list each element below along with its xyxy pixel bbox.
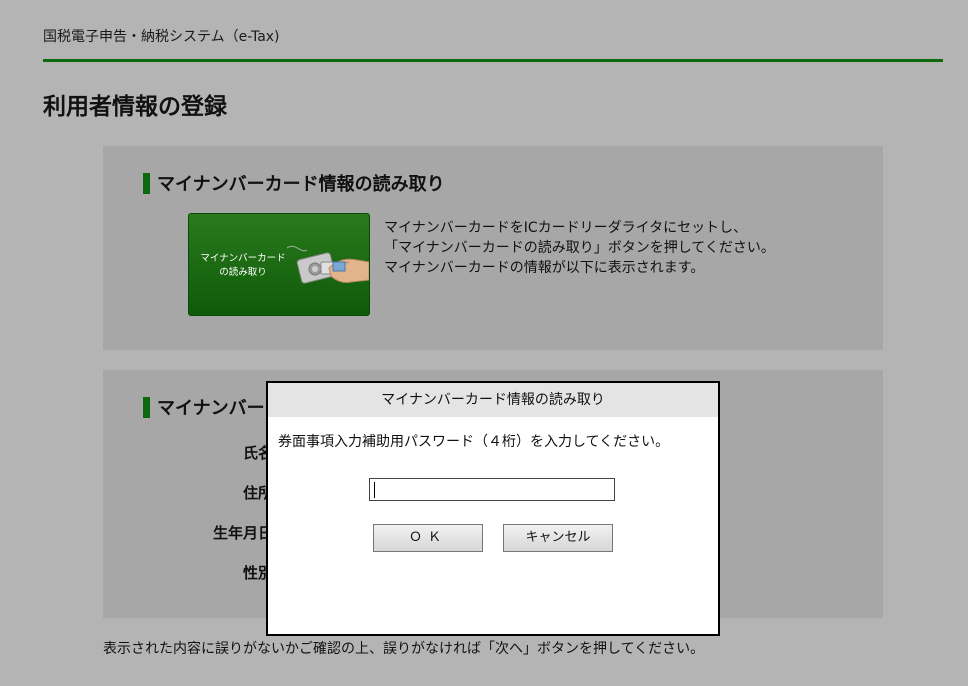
field-label-birthdate: 生年月日 (213, 524, 274, 542)
cancel-button[interactable]: キャンセル (503, 524, 613, 552)
field-label-address: 住所 (242, 484, 273, 502)
dialog-message: 券面事項入力補助用パスワード（４桁）を入力してください。 (278, 434, 670, 450)
header-rule (43, 59, 943, 62)
card-read-heading: マイナンバーカード情報の読み取り (143, 170, 445, 196)
password-dialog: マイナンバーカード情報の読み取り 券面事項入力補助用パスワード（４桁）を入力して… (266, 381, 720, 636)
read-card-button-label: マイナンバーカード の読み取り (200, 253, 286, 278)
text-caret (374, 482, 375, 498)
ok-button[interactable]: ＯＫ (373, 524, 483, 552)
field-label-name: 氏名 (242, 444, 273, 462)
page-title: 利用者情報の登録 (43, 94, 227, 120)
card-reader-icon (286, 245, 369, 284)
dialog-title: マイナンバーカード情報の読み取り (268, 383, 718, 417)
card-read-panel: マイナンバーカード情報の読み取り マイナンバーカード の読み取り マイナンバーカ… (103, 146, 883, 350)
read-card-button[interactable]: マイナンバーカード の読み取り (188, 213, 370, 316)
footer-note: 表示された内容に誤りがないかご確認の上、誤りがなければ「次へ」ボタンを押してくだ… (103, 641, 705, 657)
field-label-gender: 性別 (242, 564, 273, 582)
card-read-instructions: マイナンバーカードをICカードリーダライタにセットし、 「マイナンバーカードの読… (384, 220, 775, 276)
password-input[interactable] (369, 478, 615, 501)
site-header: 国税電子申告・納税システム（e-Tax) (43, 29, 280, 45)
card-info-heading: マイナンバー (143, 394, 265, 420)
